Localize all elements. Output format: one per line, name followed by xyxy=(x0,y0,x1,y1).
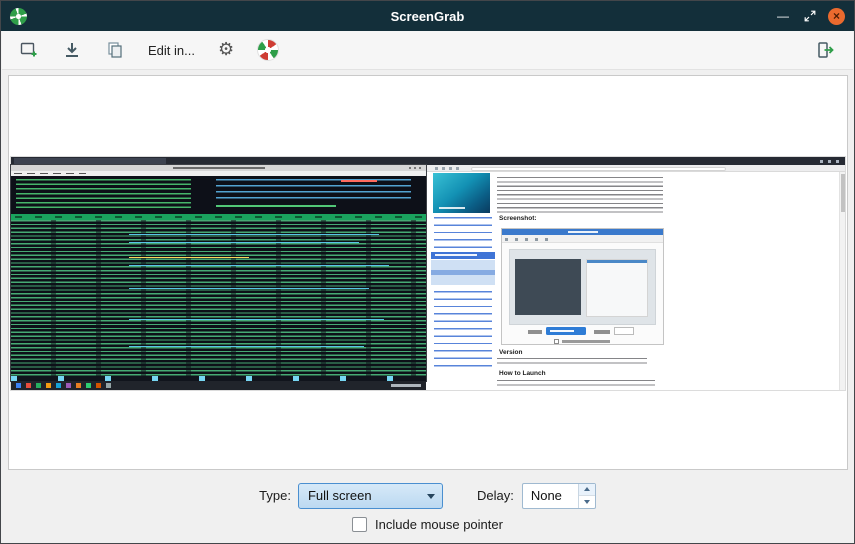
sidebar-selected-subchapter xyxy=(431,270,495,275)
delay-spinbox[interactable]: None xyxy=(522,483,596,509)
screengrab-logo-icon xyxy=(10,8,27,25)
terminal-yellow-line xyxy=(129,257,249,258)
quit-icon xyxy=(816,40,836,60)
gear-icon: ⚙ xyxy=(218,41,234,59)
taskbar-icon xyxy=(26,383,31,388)
browser-window-buttons xyxy=(820,160,842,163)
chevron-down-icon xyxy=(420,484,442,508)
doc-paragraph-lines xyxy=(497,177,663,214)
edit-in-button[interactable]: Edit in... xyxy=(143,35,200,65)
terminal-cyan-line xyxy=(129,346,364,347)
taskbar-icon xyxy=(46,383,51,388)
maximize-icon xyxy=(804,10,816,22)
preview-area: Screenshot: xyxy=(8,75,848,470)
capture-controls-row: Type: Full screen Delay: None xyxy=(1,482,854,509)
browser-tab-strip xyxy=(11,157,845,165)
nested-screengrab-screenshot xyxy=(501,228,664,345)
nested-preview xyxy=(509,249,656,325)
terminal-cyan-line xyxy=(129,234,379,235)
doc-version-lines xyxy=(497,358,647,366)
pointer-option-row: Include mouse pointer xyxy=(1,517,854,532)
spin-down-button[interactable] xyxy=(579,495,595,508)
nested-mini-terminal xyxy=(515,259,581,315)
taskbar-icon xyxy=(56,383,61,388)
page-scrollbar-thumb xyxy=(841,174,845,212)
doc-heading-screenshot: Screenshot: xyxy=(499,216,537,223)
nested-type-label xyxy=(528,330,542,334)
taskbar-icon xyxy=(66,383,71,388)
copy-button[interactable] xyxy=(100,35,130,65)
nested-mini-window xyxy=(586,259,648,317)
save-icon xyxy=(62,40,82,60)
new-screenshot-icon xyxy=(19,40,39,60)
taskbar xyxy=(11,381,426,390)
capture-type-combobox[interactable]: Full screen xyxy=(298,483,443,509)
window-controls: — × xyxy=(774,7,845,25)
browser-nav-icons xyxy=(435,167,463,170)
include-pointer-checkbox[interactable] xyxy=(352,517,367,532)
capture-type-value: Full screen xyxy=(299,488,420,503)
page-scrollbar xyxy=(839,172,845,390)
taskbar-icon xyxy=(76,383,81,388)
screengrab-window: ScreenGrab — × xyxy=(0,0,855,544)
taskbar-clock xyxy=(391,384,421,388)
taskbar-icon xyxy=(106,383,111,388)
close-button[interactable]: × xyxy=(828,8,845,25)
browser-url-bar xyxy=(471,167,726,171)
close-icon: × xyxy=(833,10,840,22)
terminal-window xyxy=(11,165,426,381)
taskbar-icon xyxy=(36,383,41,388)
doc-heading-version: Version xyxy=(499,350,522,357)
terminal-cyan-line xyxy=(129,319,384,320)
type-label: Type: xyxy=(259,488,291,503)
spin-up-button[interactable] xyxy=(579,484,595,496)
sidebar-subchapter-group xyxy=(431,260,495,285)
include-pointer-label: Include mouse pointer xyxy=(375,517,503,532)
terminal-info-left xyxy=(16,179,191,211)
nested-toolbar xyxy=(502,235,663,243)
delay-label: Delay: xyxy=(477,488,514,503)
terminal-info-load xyxy=(216,205,336,207)
sidebar-selected-chapter xyxy=(431,252,495,259)
edit-in-label: Edit in... xyxy=(148,43,195,58)
terminal-process-rows xyxy=(11,220,426,376)
doc-launch-lines xyxy=(497,380,655,387)
quit-button[interactable] xyxy=(811,35,841,65)
nested-delay-spinbox xyxy=(614,327,634,335)
nested-type-combobox xyxy=(546,327,586,335)
about-screengrab-button[interactable] xyxy=(252,35,284,65)
terminal-cyan-line xyxy=(129,242,359,243)
doc-heading-how-to-launch: How to Launch xyxy=(499,371,546,378)
browser-active-tab xyxy=(14,158,166,164)
screengrab-pinwheel-icon xyxy=(257,39,279,61)
new-screenshot-button[interactable] xyxy=(14,35,44,65)
terminal-meter-red xyxy=(341,180,377,182)
sidebar-artwork xyxy=(433,173,490,213)
terminal-cyan-line xyxy=(129,288,369,289)
titlebar: ScreenGrab — × xyxy=(1,1,854,31)
toolbar: Edit in... ⚙ xyxy=(2,31,853,70)
taskbar-icon xyxy=(96,383,101,388)
copy-icon xyxy=(105,40,125,60)
minimize-button[interactable]: — xyxy=(774,7,792,25)
terminal-info-meters xyxy=(216,179,411,203)
delay-value: None xyxy=(523,484,578,508)
taskbar-icon xyxy=(86,383,91,388)
save-button[interactable] xyxy=(57,35,87,65)
nested-delay-label xyxy=(594,330,610,334)
nested-toolbar-icons xyxy=(505,238,549,241)
spinner-buttons xyxy=(578,484,595,508)
nested-checkbox xyxy=(554,339,559,344)
minimize-icon: — xyxy=(777,9,789,23)
terminal-body xyxy=(11,176,426,381)
sidebar-chapter-links xyxy=(434,217,492,370)
window-title: ScreenGrab xyxy=(1,9,854,24)
taskbar-icon xyxy=(16,383,21,388)
preview-image: Screenshot: xyxy=(11,157,845,390)
settings-button[interactable]: ⚙ xyxy=(213,35,239,65)
terminal-cyan-line xyxy=(129,265,389,266)
terminal-system-meters xyxy=(11,176,426,214)
maximize-button[interactable] xyxy=(801,7,819,25)
nested-checkbox-label xyxy=(562,340,610,343)
